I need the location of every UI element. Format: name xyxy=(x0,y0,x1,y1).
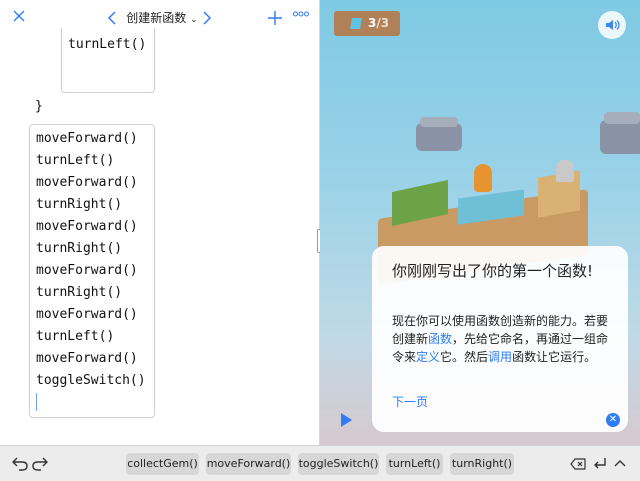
instruction-sheet: 你刚刚写出了你的第一个函数! 现在你可以使用函数创造新的能力。若要创建新函数，先… xyxy=(372,246,628,432)
shortcut-chip[interactable]: toggleSwitch() xyxy=(298,453,379,475)
glossary-link-function[interactable]: 函数 xyxy=(428,332,452,346)
glossary-link-call[interactable]: 调用 xyxy=(488,350,512,364)
gem-counter: 3/3 xyxy=(334,11,400,36)
code-line[interactable]: turnLeft() xyxy=(36,153,114,168)
chevron-right-icon[interactable] xyxy=(203,11,211,25)
floating-island xyxy=(600,120,640,154)
character xyxy=(474,164,492,192)
closing-brace: } xyxy=(35,99,43,114)
sheet-text: 函数让它运行。 xyxy=(512,350,597,364)
shortcut-chip[interactable]: turnRight() xyxy=(450,453,514,475)
floating-island xyxy=(416,123,462,151)
shortcut-chip[interactable]: moveForward() xyxy=(206,453,291,475)
plus-icon[interactable] xyxy=(268,11,282,25)
run-code-play-icon[interactable] xyxy=(341,413,352,427)
redo-icon[interactable] xyxy=(32,457,48,471)
more-icon[interactable] xyxy=(293,11,309,17)
sound-button[interactable] xyxy=(598,11,626,39)
code-editor-pane: 创建新函数 ⌄ turnLeft() } moveForward() turnL… xyxy=(0,0,319,445)
code-line[interactable]: turnLeft() xyxy=(36,329,114,344)
shortcut-bar: collectGem() moveForward() toggleSwitch(… xyxy=(0,445,640,481)
next-page-link[interactable]: 下一页 xyxy=(392,393,428,410)
code-line[interactable]: moveForward() xyxy=(36,175,138,190)
puzzle-scene: 3/3 你刚刚写出了你的第一个函数! 现在你可以使用函数创造新的能力。若要创建新… xyxy=(320,0,640,445)
code-line[interactable]: turnRight() xyxy=(36,241,122,256)
delete-icon[interactable] xyxy=(570,458,586,470)
close-icon[interactable] xyxy=(12,9,26,23)
text-cursor xyxy=(36,393,37,411)
main-code-block[interactable]: moveForward() turnLeft() moveForward() t… xyxy=(29,124,155,418)
gem-icon xyxy=(350,18,362,29)
code-line[interactable]: moveForward() xyxy=(36,307,138,322)
world-tile xyxy=(556,160,574,182)
code-line[interactable]: toggleSwitch() xyxy=(36,373,146,388)
editor-toolbar: 创建新函数 ⌄ xyxy=(0,0,319,36)
sheet-text: 它。然后 xyxy=(440,350,489,364)
chevron-down-icon: ⌄ xyxy=(190,15,198,25)
chevron-left-icon[interactable] xyxy=(108,11,116,25)
shortcut-chip[interactable]: turnLeft() xyxy=(386,453,443,475)
code-line[interactable]: turnRight() xyxy=(36,285,122,300)
page-title-label: 创建新函数 xyxy=(126,11,187,25)
page-title[interactable]: 创建新函数 ⌄ xyxy=(122,9,202,26)
code-line[interactable]: turnLeft() xyxy=(68,37,146,52)
floating-island xyxy=(420,117,458,127)
close-sheet-icon[interactable]: ✕ xyxy=(606,413,620,427)
return-icon[interactable] xyxy=(593,457,607,471)
code-line[interactable]: moveForward() xyxy=(36,219,138,234)
sheet-title: 你刚刚写出了你的第一个函数! xyxy=(392,262,594,280)
glossary-link-define[interactable]: 定义 xyxy=(416,350,440,364)
function-body-block[interactable]: turnLeft() xyxy=(61,28,155,93)
code-line[interactable]: turnRight() xyxy=(36,197,122,212)
shortcut-chip[interactable]: collectGem() xyxy=(126,453,199,475)
speaker-icon xyxy=(606,20,620,30)
gem-count-total: /3 xyxy=(376,16,390,30)
sheet-body: 现在你可以使用函数创造新的能力。若要创建新函数，先给它命名，再通过一组命令来定义… xyxy=(392,312,610,366)
code-line[interactable]: moveForward() xyxy=(36,263,138,278)
gem-count: 3/3 xyxy=(368,16,389,30)
code-line[interactable]: moveForward() xyxy=(36,351,138,366)
code-line[interactable]: moveForward() xyxy=(36,131,138,146)
undo-icon[interactable] xyxy=(12,457,28,471)
chevron-up-icon[interactable] xyxy=(614,459,626,467)
floating-island xyxy=(604,112,640,124)
